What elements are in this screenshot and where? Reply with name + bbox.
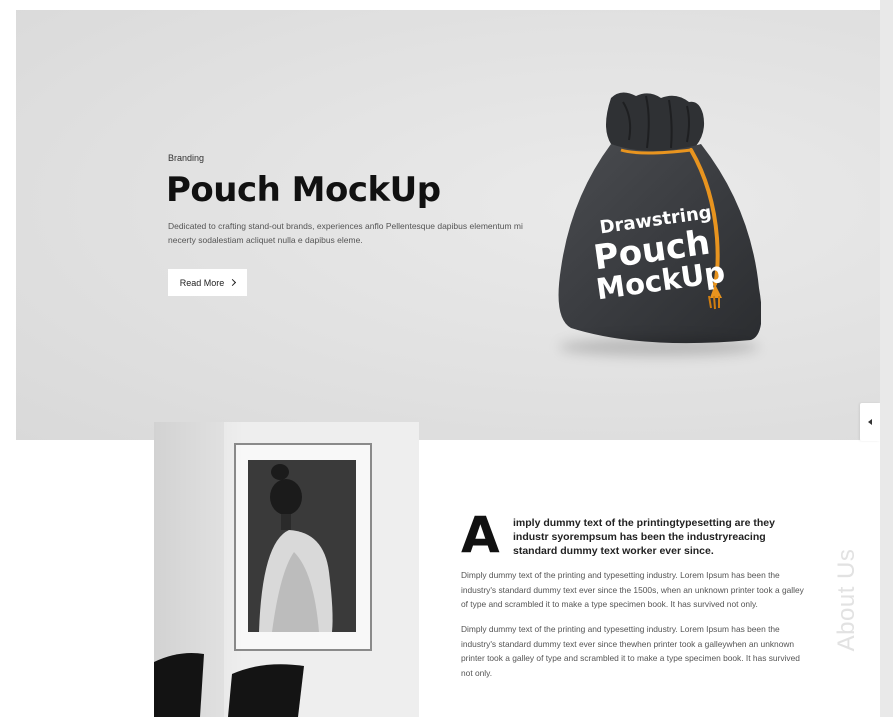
- pouch-shadow: [559, 338, 759, 356]
- left-gutter: [0, 0, 16, 717]
- about-paragraph-1: Dimply dummy text of the printing and ty…: [461, 570, 804, 609]
- caret-left-icon: [868, 419, 872, 425]
- about-paragraph-2: Dimply dummy text of the printing and ty…: [461, 624, 800, 678]
- page: Branding Pouch MockUp Dedicated to craft…: [0, 0, 880, 717]
- about-lead-text: imply dummy text of the printingtypesett…: [513, 517, 775, 557]
- chevron-right-icon: [229, 278, 237, 287]
- side-panel-toggle[interactable]: [860, 403, 880, 441]
- hero-category: Branding: [168, 153, 205, 163]
- about-us-vertical-label: About Us: [832, 540, 862, 660]
- read-more-label: Read More: [179, 277, 225, 288]
- dropcap-letter: A: [461, 506, 500, 564]
- about-photo: [154, 422, 419, 717]
- read-more-button[interactable]: Read More: [168, 269, 247, 296]
- hero-section: Branding Pouch MockUp Dedicated to craft…: [16, 10, 880, 440]
- pouch-image: Drawstring Pouch MockUp: [531, 88, 762, 358]
- pouch-illustration: Drawstring Pouch MockUp: [558, 92, 762, 344]
- about-us-label-text: About Us: [833, 548, 860, 652]
- top-strip: [0, 0, 880, 10]
- photo-shadow: [154, 422, 244, 717]
- hero-title: Pouch MockUp: [166, 170, 441, 210]
- hero-description: Dedicated to crafting stand-out brands, …: [168, 221, 523, 245]
